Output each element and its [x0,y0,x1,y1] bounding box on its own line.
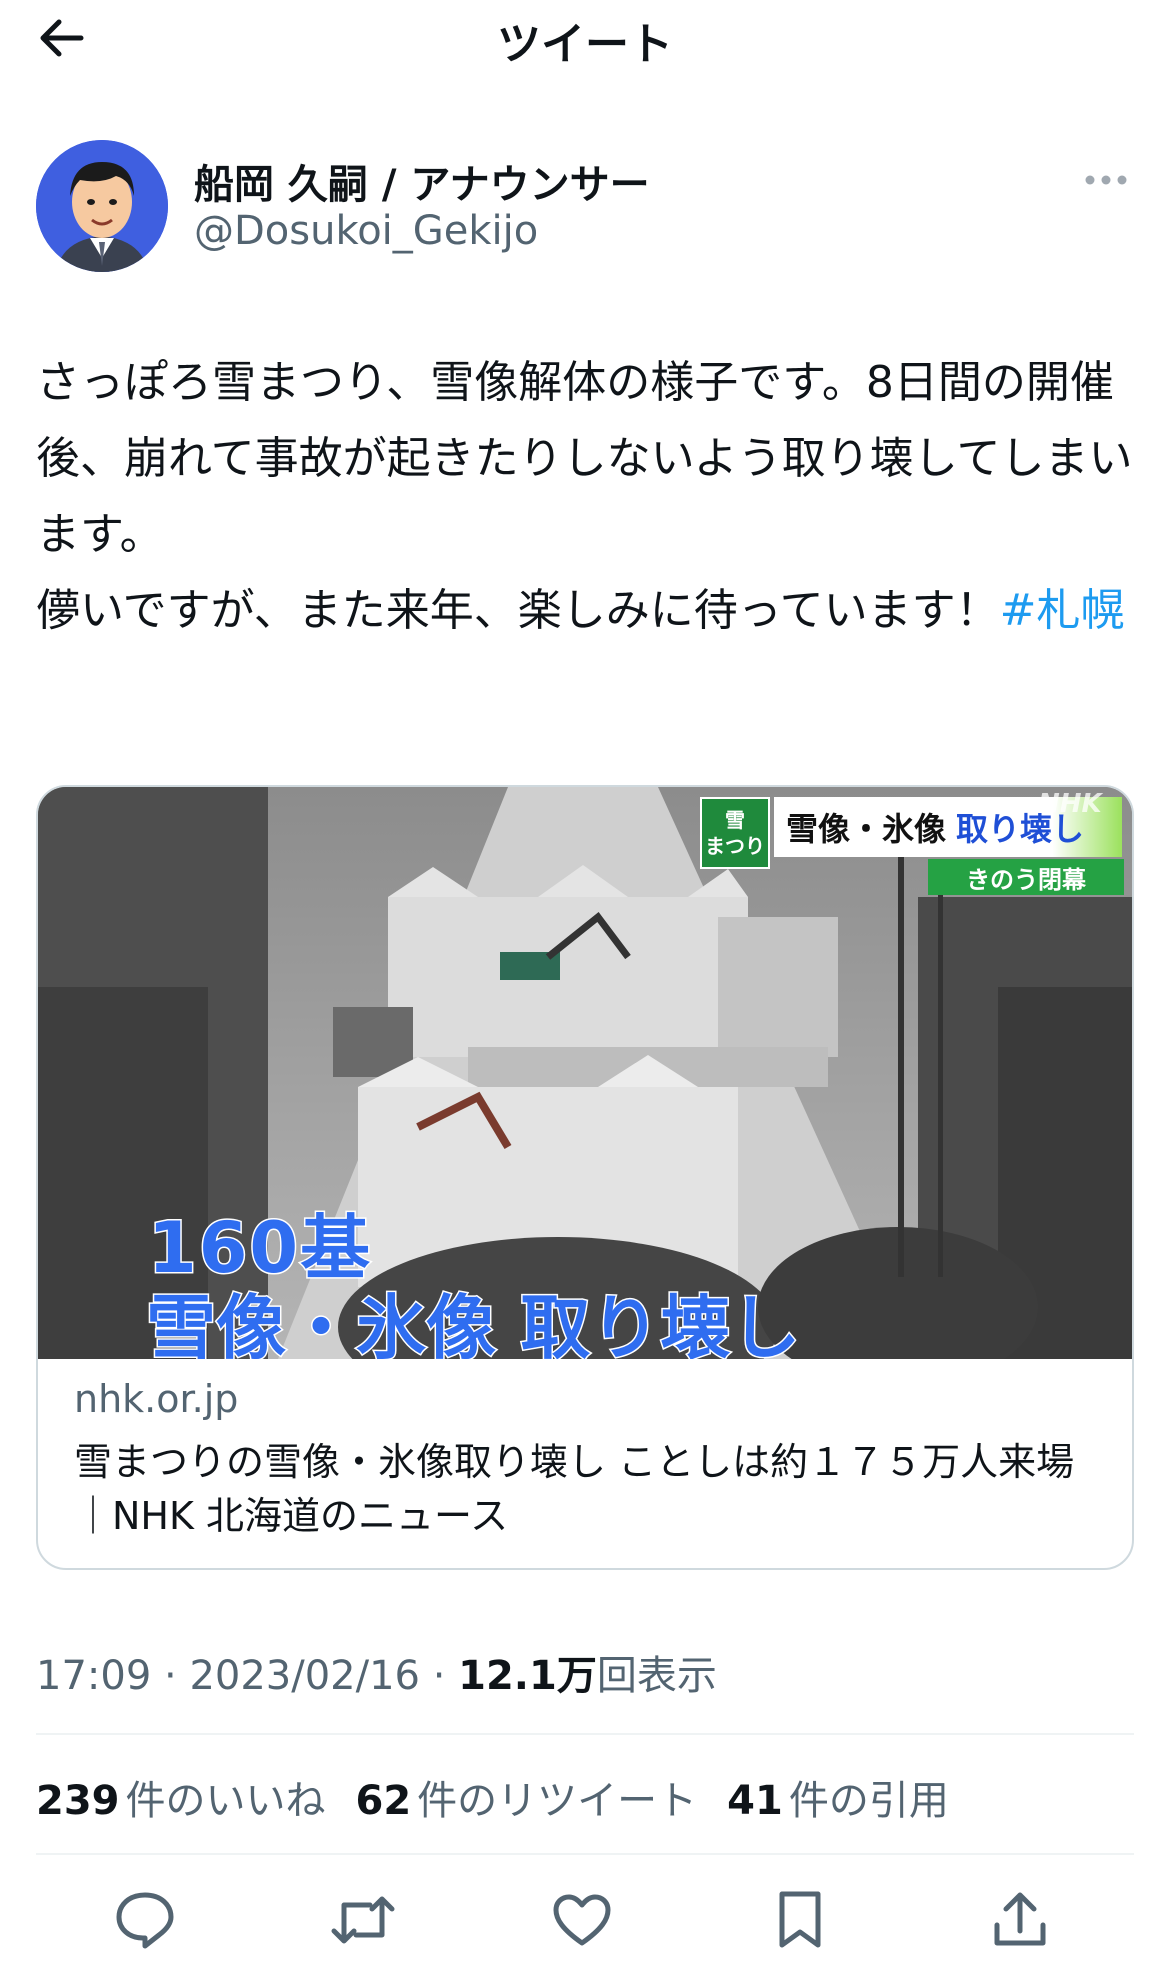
festival-logo-overlay: 雪 まつり [700,797,770,869]
divider [36,1733,1134,1735]
quotes-label: 件の引用 [788,1778,949,1824]
meta-separator: · [419,1653,459,1699]
card-image: 雪 まつり 雪像・氷像 取り壊し きのう閉幕 NHK 160基 雪像・氷像 取り… [38,787,1132,1360]
caption-overlay: 雪像・氷像 取り壊し [144,1286,801,1360]
quotes-stat[interactable]: 41 件の引用 [727,1768,949,1826]
bookmark-button[interactable] [760,1880,840,1960]
retweets-stat[interactable]: 62 件のリツイート [356,1768,698,1826]
tweet-body: さっぽろ雪まつり、雪像解体の様子です。8日間の開催後、崩れて事故が起きたりしない… [36,357,1133,636]
avatar-image [36,140,168,272]
card-title: 雪まつりの雪像・氷像取り壊し ことしは約１７５万人来場｜NHK 北海道のニュース [74,1440,1075,1538]
link-card[interactable]: 雪 まつり 雪像・氷像 取り壊し きのう閉幕 NHK 160基 雪像・氷像 取り… [36,785,1134,1570]
bookmark-icon [779,1891,821,1948]
tweet-author: 船岡 久嗣 / アナウンサー @Dosukoi_Gekijo [36,140,1136,275]
tweet-text: さっぽろ雪まつり、雪像解体の様子です。8日間の開催後、崩れて事故が起きたりしない… [36,345,1136,649]
retweet-icon [331,1896,395,1944]
card-domain: nhk.or.jp [74,1377,239,1421]
author-display-name[interactable]: 船岡 久嗣 / アナウンサー [194,152,650,210]
action-bar [0,1880,1170,1960]
news-subtitle-bar: きのう閉幕 [928,859,1124,895]
engagement-stats: 239 件のいいね 62 件のリツイート 41 件の引用 [36,1768,949,1826]
views-count: 12.1万 [458,1653,597,1699]
reply-icon [116,1892,174,1949]
page-title: ツイート [497,19,673,70]
news-title-part-a: 雪像・氷像 [786,810,947,848]
share-icon [994,1892,1046,1946]
meta-separator: · [151,1653,190,1699]
tweet-time[interactable]: 17:09 [36,1653,151,1699]
more-horizontal-icon [1085,175,1127,185]
tweet-meta: 17:09 · 2023/02/16 · 12.1万回表示 [36,1643,717,1701]
retweet-button[interactable] [323,1880,403,1960]
views-label: 回表示 [596,1653,717,1699]
retweets-label: 件のリツイート [417,1778,698,1824]
avatar[interactable] [36,140,168,272]
top-bar: ツイート [0,0,1170,80]
like-button[interactable] [542,1880,622,1960]
author-handle[interactable]: @Dosukoi_Gekijo [194,208,538,254]
channel-watermark: NHK [1038,789,1102,819]
heart-icon [553,1894,611,1946]
share-button[interactable] [980,1880,1060,1960]
retweets-count: 62 [355,1778,412,1824]
divider [36,1853,1134,1855]
likes-stat[interactable]: 239 件のいいね [36,1768,326,1826]
reply-button[interactable] [105,1880,185,1960]
quotes-count: 41 [727,1778,783,1824]
more-options-button[interactable] [1076,160,1136,200]
hashtag-link[interactable]: #札幌 [1000,585,1125,636]
tweet-date[interactable]: 2023/02/16 [189,1653,420,1699]
likes-count: 239 [36,1778,120,1824]
likes-label: 件のいいね [125,1778,326,1824]
